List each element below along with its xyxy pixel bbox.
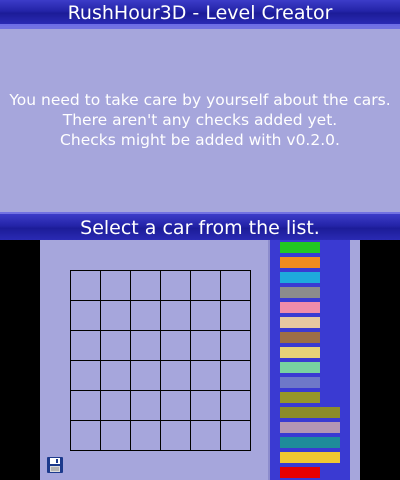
board-cell[interactable] (71, 391, 101, 421)
bottom-screen (0, 240, 400, 480)
board-cell[interactable] (161, 271, 191, 301)
car-list-item[interactable] (280, 362, 320, 373)
car-list-item[interactable] (280, 272, 320, 283)
board-cell[interactable] (191, 271, 221, 301)
board-cell[interactable] (101, 391, 131, 421)
car-list-item[interactable] (280, 332, 320, 343)
board-cell[interactable] (221, 421, 251, 451)
car-list[interactable] (270, 240, 350, 480)
car-list-item[interactable] (280, 347, 320, 358)
board-cell[interactable] (131, 391, 161, 421)
car-list-item[interactable] (280, 422, 340, 433)
board-cell[interactable] (221, 331, 251, 361)
car-list-item[interactable] (280, 437, 340, 448)
board-cell[interactable] (71, 361, 101, 391)
title-bar: RushHour3D - Level Creator (0, 0, 400, 29)
board-cell[interactable] (101, 301, 131, 331)
car-list-item[interactable] (280, 287, 320, 298)
info-message: You need to take care by yourself about … (0, 90, 400, 150)
board-cell[interactable] (191, 301, 221, 331)
board-cell[interactable] (221, 391, 251, 421)
info-message-line: Checks might be added with v0.2.0. (60, 131, 340, 149)
info-message-line: You need to take care by yourself about … (9, 91, 391, 109)
app-title: RushHour3D - Level Creator (67, 2, 333, 24)
board-cell[interactable] (71, 271, 101, 301)
top-screen: RushHour3D - Level Creator You need to t… (0, 0, 400, 240)
board-cell[interactable] (191, 421, 221, 451)
car-list-item[interactable] (280, 392, 320, 403)
board-cell[interactable] (131, 301, 161, 331)
board-cell[interactable] (101, 271, 131, 301)
board-cell[interactable] (71, 331, 101, 361)
board-cell[interactable] (161, 391, 191, 421)
car-list-item[interactable] (280, 257, 320, 268)
floppy-disk-icon (47, 457, 63, 473)
board-cell[interactable] (221, 271, 251, 301)
board-cell[interactable] (161, 361, 191, 391)
car-list-item[interactable] (280, 317, 320, 328)
car-list-item[interactable] (280, 242, 320, 253)
board-cell[interactable] (71, 301, 101, 331)
car-list-item[interactable] (280, 407, 340, 418)
board-cell[interactable] (131, 331, 161, 361)
board-cell[interactable] (101, 361, 131, 391)
board-cell[interactable] (221, 301, 251, 331)
board-cell[interactable] (191, 331, 221, 361)
board-cell[interactable] (161, 421, 191, 451)
board-cell[interactable] (161, 301, 191, 331)
save-button[interactable] (46, 456, 64, 474)
game-board[interactable] (70, 270, 251, 451)
car-list-item[interactable] (280, 467, 320, 478)
car-list-item[interactable] (280, 302, 320, 313)
board-cell[interactable] (131, 421, 161, 451)
info-message-line: There aren't any checks added yet. (62, 111, 338, 129)
board-cell[interactable] (131, 271, 161, 301)
board-cell[interactable] (101, 421, 131, 451)
instruction-text: Select a car from the list. (80, 217, 320, 239)
board-cell[interactable] (131, 361, 161, 391)
board-cell[interactable] (71, 421, 101, 451)
title-bar-stripe (0, 26, 400, 29)
board-cell[interactable] (221, 361, 251, 391)
board-cell[interactable] (191, 361, 221, 391)
car-list-item[interactable] (280, 452, 340, 463)
board-cell[interactable] (101, 331, 131, 361)
board-cell[interactable] (191, 391, 221, 421)
car-list-scroll-track[interactable] (350, 240, 360, 480)
board-cell[interactable] (161, 331, 191, 361)
level-editor (40, 240, 360, 480)
instruction-bar: Select a car from the list. (0, 212, 400, 240)
car-list-item[interactable] (280, 377, 320, 388)
